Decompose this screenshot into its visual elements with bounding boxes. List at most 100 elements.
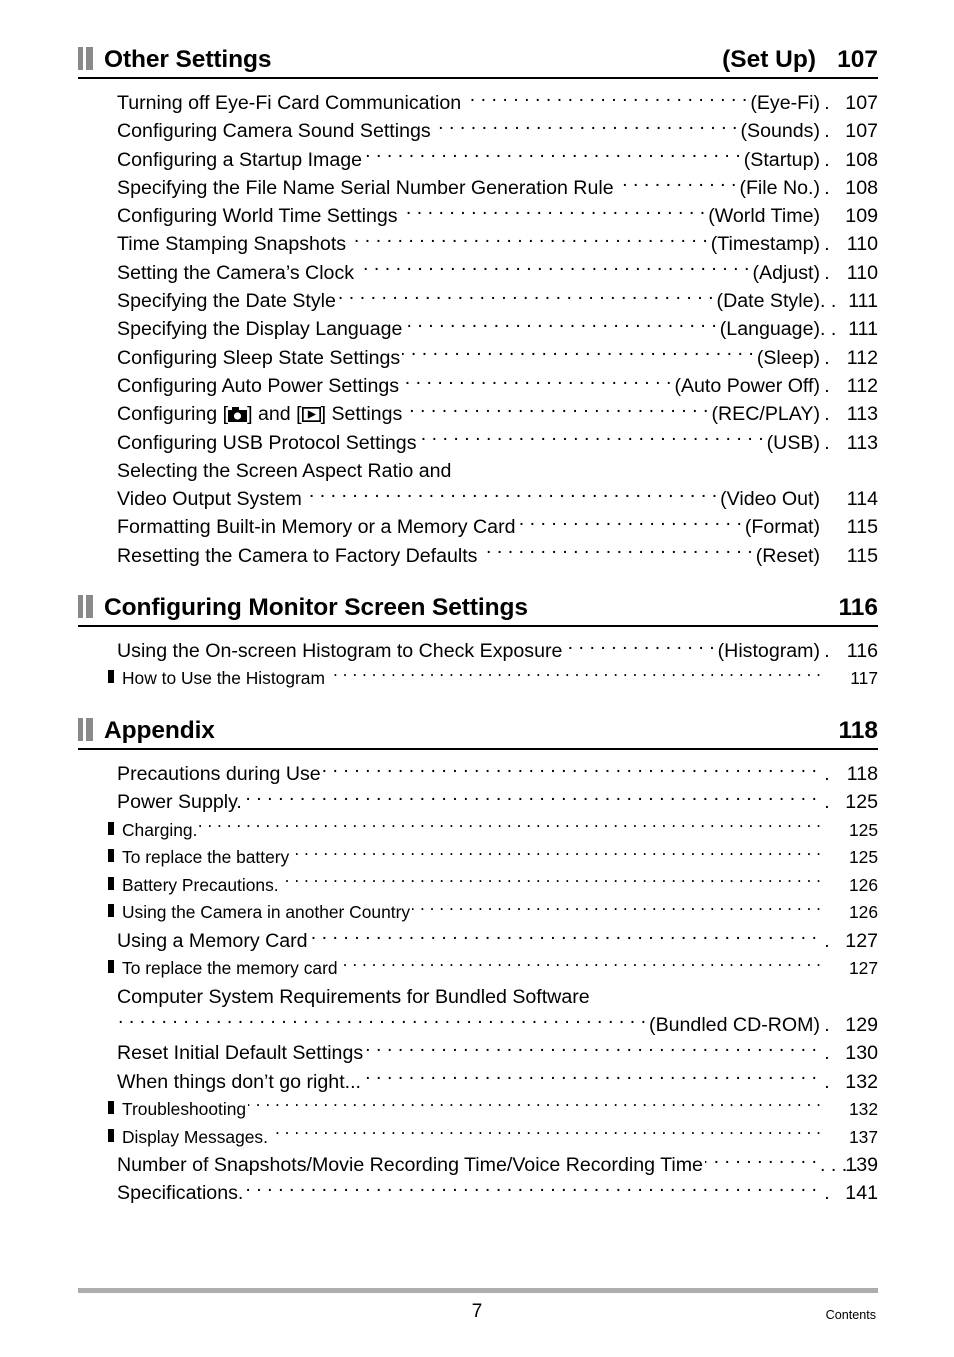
dot-leader (244, 789, 817, 809)
toc-entry[interactable]: Setting the Camera’s Clock (Adjust). 110 (78, 259, 878, 287)
toc-sub-entry[interactable]: To replace the battery 125 (78, 844, 878, 872)
section-heading[interactable]: Other Settings (Set Up) 107 (78, 44, 878, 79)
entry-page-number: 117 (850, 668, 878, 689)
toc-entry[interactable]: When things don’t go right.... 132 (78, 1068, 878, 1096)
entry-menu-tag: (Auto Power Off) (674, 374, 820, 397)
toc-entry[interactable]: Specifying the Display Language (Language… (78, 315, 878, 343)
dot-leader (412, 901, 821, 918)
entry-label: Specifying the File Name Serial Number G… (117, 176, 614, 199)
toc-entry[interactable]: Formatting Built-in Memory or a Memory C… (78, 513, 878, 541)
entry-trailing-dot: . (824, 762, 830, 785)
entry-label: Configuring USB Protocol Settings (117, 431, 417, 454)
section-entry-list: Precautions during Use. 118 Power Supply..… (78, 750, 878, 1208)
entry-trailing-dot: . (824, 346, 830, 369)
sub-entry-bullet-icon (108, 876, 114, 890)
sub-entry-bullet-icon (108, 960, 114, 974)
toc-entry[interactable]: Configuring a Startup Image (Startup). 108 (78, 146, 878, 174)
dot-leader (404, 401, 708, 421)
toc-entry[interactable]: Configuring World Time Settings (World Ti… (78, 202, 878, 230)
toc-entry[interactable]: Configuring Sleep State Settings (Sleep).… (78, 344, 878, 372)
entry-page-number: 141 (845, 1182, 878, 1205)
entry-page-number: 113 (846, 403, 878, 426)
toc-entry[interactable]: Configuring Auto Power Settings (Auto Pow… (78, 372, 878, 400)
dot-leader (401, 372, 671, 392)
toc-sub-entry[interactable]: Display Messages. 137 (78, 1124, 878, 1152)
entry-menu-tag: (Bundled CD-ROM) (649, 1014, 820, 1037)
entry-page-number: 107 (845, 92, 878, 114)
toc-sub-entry[interactable]: How to Use the Histogram 117 (78, 665, 878, 693)
entry-label: Using the On-screen Histogram to Check E… (117, 640, 563, 663)
dot-leader (323, 760, 817, 780)
section-page-number: 116 (838, 594, 878, 622)
dot-leader (518, 514, 742, 534)
entry-label: Video Output System (117, 488, 302, 511)
toc-entry[interactable]: Configuring [] and [] Settings (REC/PLAY)… (78, 400, 878, 428)
dot-leader (356, 259, 749, 279)
entry-page-number: 125 (845, 791, 878, 814)
entry-trailing-dot: . (824, 640, 830, 663)
toc-sub-entry[interactable]: Troubleshooting 132 (78, 1096, 878, 1124)
toc-entry[interactable]: Configuring Camera Sound Settings (Sounds… (78, 117, 878, 145)
entry-label: Number of Snapshots/Movie Recording Time… (117, 1154, 703, 1177)
toc-entry[interactable]: Resetting the Camera to Factory Defaults… (78, 542, 878, 570)
entry-label: Computer System Requirements for Bundled… (117, 985, 590, 1008)
toc-entry[interactable]: Reset Initial Default Settings. 130 (78, 1039, 878, 1067)
entry-page-number: 108 (845, 176, 878, 199)
toc-sub-entry[interactable]: Battery Precautions. 126 (78, 872, 878, 900)
toc-entry[interactable]: (Bundled CD-ROM). 129 (78, 1011, 878, 1039)
entry-trailing-dot: . (824, 1014, 830, 1037)
toc-entry[interactable]: Power Supply.. 125 (78, 788, 878, 816)
toc-section: Configuring Monitor Screen Settings 116 Us… (78, 592, 878, 693)
toc-entry[interactable]: Specifications.. 141 (78, 1179, 878, 1207)
section-menu-tag: (Set Up) (722, 46, 816, 73)
toc-entry[interactable]: Time Stamping Snapshots (Timestamp). 110 (78, 230, 878, 258)
sub-entry-bullet-icon (108, 904, 114, 918)
entry-page-number: 127 (848, 958, 878, 979)
entry-label: To replace the memory card (122, 958, 338, 979)
entry-page-number: 139 (845, 1154, 878, 1177)
section-heading[interactable]: Configuring Monitor Screen Settings 116 (78, 592, 878, 628)
entry-menu-tag: (USB) (766, 431, 820, 454)
entry-label: Selecting the Screen Aspect Ratio and (117, 459, 452, 482)
dot-leader (419, 429, 764, 449)
toc-page: Other Settings (Set Up) 107 Turning off Eye… (0, 0, 954, 1357)
entry-label-part: ] and [ (247, 403, 302, 426)
footer-divider (78, 1288, 878, 1293)
toc-sub-entry[interactable]: Charging. 125 (78, 817, 878, 845)
section-entry-list: Turning off Eye-Fi Card Communication (Ey… (78, 79, 878, 570)
toc-entry[interactable]: Specifying the Date Style (Date Style). .… (78, 287, 878, 315)
section-heading[interactable]: Appendix 118 (78, 715, 878, 750)
toc-entry[interactable]: Using a Memory Card. 127 (78, 927, 878, 955)
toc-section: Appendix 118 Precautions during Use. 118 Pow… (78, 715, 878, 1208)
entry-menu-tag: (Startup) (743, 148, 820, 171)
toc-entry[interactable]: Using the On-screen Histogram to Check E… (78, 637, 878, 665)
entry-label: Configuring [] and [] Settings (117, 400, 402, 428)
toc-sub-entry[interactable]: To replace the memory card 127 (78, 955, 878, 983)
toc-entry[interactable]: Number of Snapshots/Movie Recording Time… (78, 1151, 878, 1179)
dot-leader (402, 344, 754, 364)
toc-entry[interactable]: Turning off Eye-Fi Card Communication (Ey… (78, 89, 878, 117)
dot-leader (365, 1040, 817, 1060)
toc-entry[interactable]: Selecting the Screen Aspect Ratio and (78, 457, 878, 485)
entry-label: Display Messages. (122, 1126, 268, 1147)
toc-entry[interactable]: Video Output System (Video Out) 114 (78, 485, 878, 513)
entry-label: Setting the Camera’s Clock (117, 261, 355, 284)
dot-leader (433, 118, 738, 138)
toc-entry[interactable]: Specifying the File Name Serial Number G… (78, 174, 878, 202)
entry-label: Precautions during Use (117, 762, 321, 785)
dot-leader (327, 667, 821, 684)
entry-page-number: 132 (845, 1070, 878, 1093)
entry-label: Using the Camera in another Country (122, 902, 411, 923)
toc-entry[interactable]: Configuring USB Protocol Settings (USB). 1… (78, 429, 878, 457)
toc-entry[interactable]: Computer System Requirements for Bundled… (78, 983, 878, 1011)
entry-label: Specifying the Display Language (117, 318, 403, 341)
toc-entry[interactable]: Precautions during Use. 118 (78, 760, 878, 788)
section-marker-icon (78, 595, 93, 619)
entry-label: Formatting Built-in Memory or a Memory C… (117, 516, 516, 539)
entry-menu-tag: (Language) (719, 318, 820, 341)
toc-sub-entry[interactable]: Using the Camera in another Country 126 (78, 899, 878, 927)
entry-menu-tag: (World Time) (708, 205, 820, 228)
entry-trailing-dot: . (824, 148, 830, 171)
sub-entry-bullet-icon (108, 670, 114, 684)
dot-leader (463, 89, 747, 109)
